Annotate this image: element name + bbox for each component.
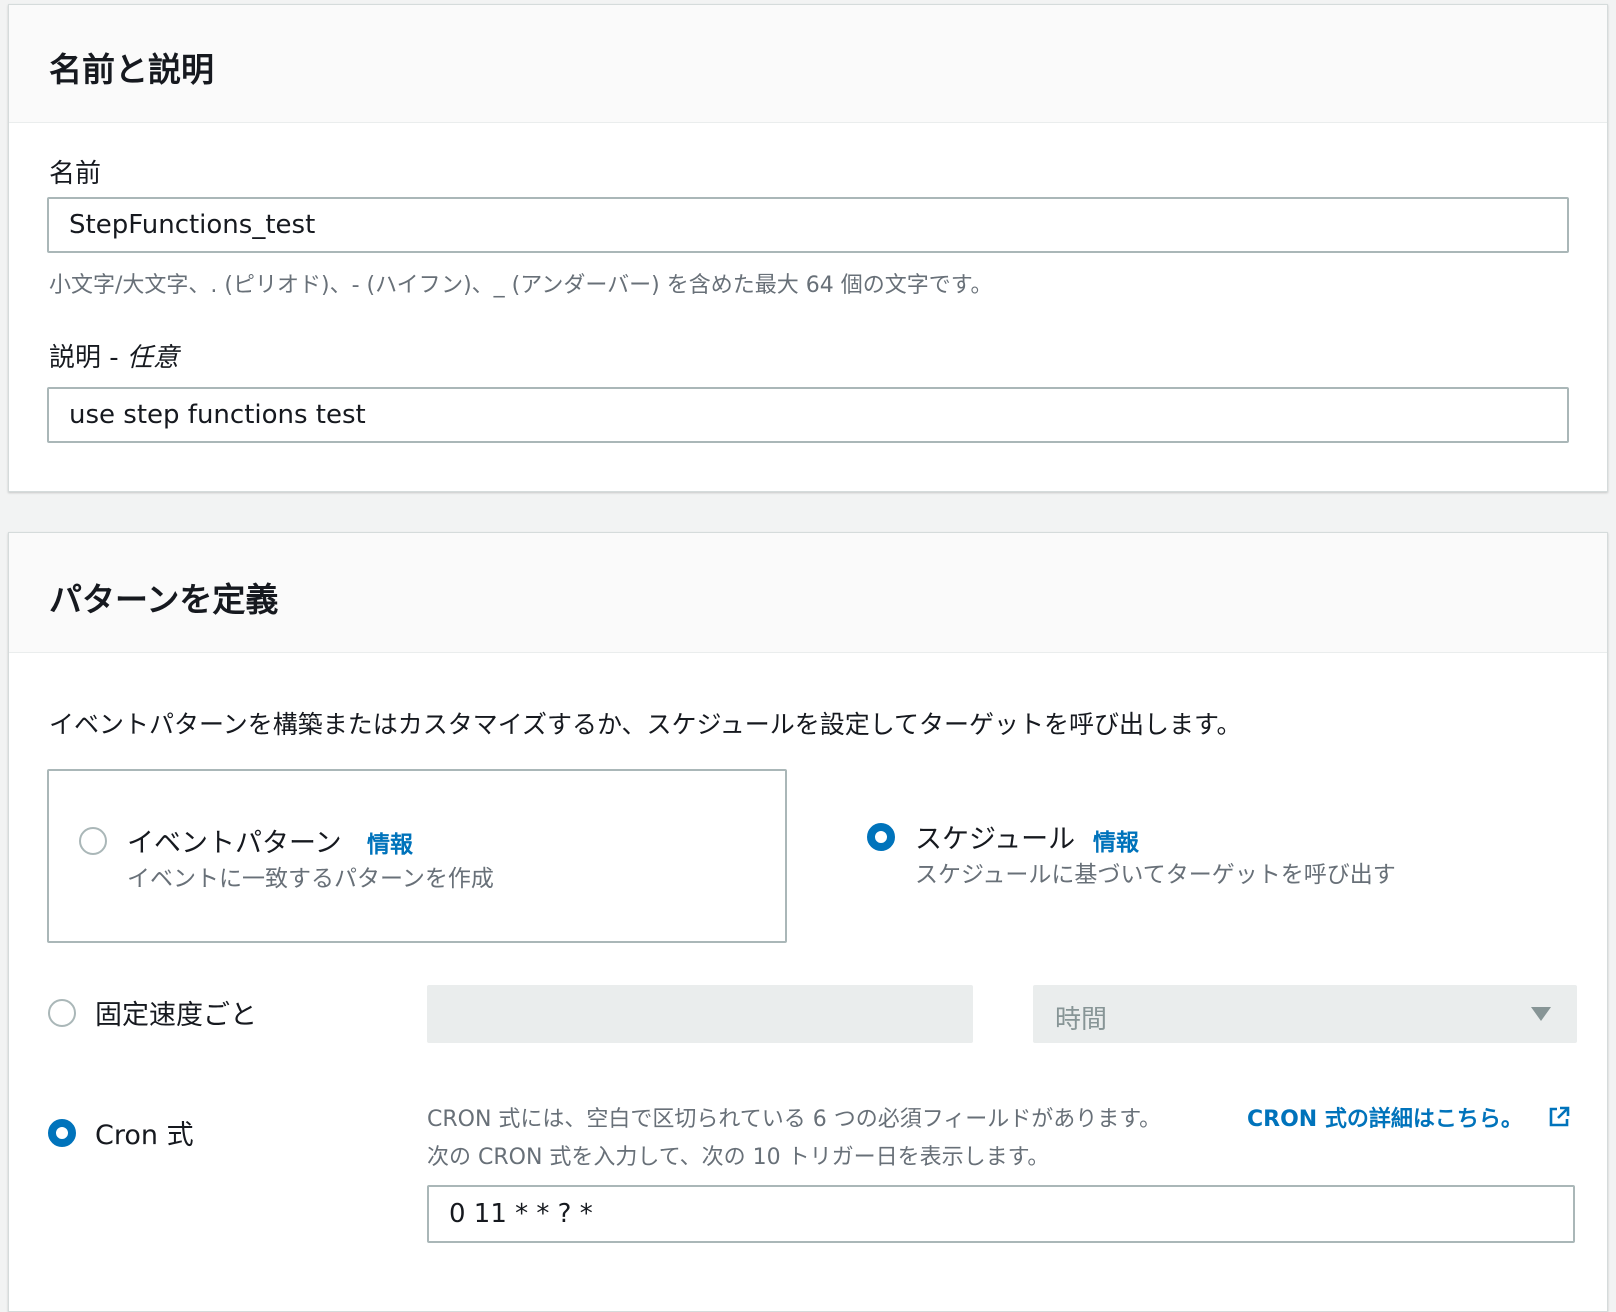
schedule-radio[interactable] xyxy=(867,823,895,851)
schedule-description: スケジュールに基づいてターゲットを呼び出す xyxy=(915,862,1396,888)
cron-radio[interactable] xyxy=(48,1119,76,1147)
cron-help-text: CRON 式には、空白で区切られている 6 つの必須フィールドがあります。 xyxy=(427,1107,1162,1132)
description-label: 説明 - 任意 xyxy=(49,337,179,374)
name-description-panel: 名前と説明 名前 StepFunctions_test 小文字/大文字、. (ピ… xyxy=(8,4,1608,492)
event-pattern-info-link[interactable]: 情報 xyxy=(367,825,413,859)
schedule-title: スケジュール xyxy=(915,824,1076,855)
cron-instruction: 次の CRON 式を入力して、次の 10 トリガー日を表示します。 xyxy=(427,1145,1050,1170)
schedule-tile[interactable]: スケジュール 情報 スケジュールに基づいてターゲットを呼び出す xyxy=(829,769,1569,943)
event-pattern-radio[interactable] xyxy=(79,827,107,855)
pattern-intro: イベントパターンを構築またはカスタマイズするか、スケジュールを設定してターゲット… xyxy=(49,710,1242,739)
event-pattern-title: イベントパターン xyxy=(127,828,342,859)
schedule-info-link[interactable]: 情報 xyxy=(1093,823,1139,857)
name-input[interactable]: StepFunctions_test xyxy=(47,197,1569,253)
name-hint: 小文字/大文字、. (ピリオド)、- (ハイフン)、_ (アンダーバー) を含め… xyxy=(49,273,993,298)
event-pattern-tile[interactable]: イベントパターン 情報 イベントに一致するパターンを作成 xyxy=(47,769,787,943)
fixed-rate-radio[interactable] xyxy=(48,999,76,1027)
fixed-rate-unit-select[interactable]: 時間 xyxy=(1033,985,1577,1043)
cron-expression-input[interactable]: 0 11 * * ? * xyxy=(427,1185,1575,1243)
panel-header: パターンを定義 xyxy=(9,533,1607,653)
cron-label: Cron 式 xyxy=(95,1120,194,1151)
fixed-rate-value-input[interactable] xyxy=(427,985,973,1043)
caret-down-icon xyxy=(1531,1007,1551,1021)
define-pattern-panel: パターンを定義 イベントパターンを構築またはカスタマイズするか、スケジュールを設… xyxy=(8,532,1608,1312)
panel-header: 名前と説明 xyxy=(9,5,1607,123)
event-pattern-description: イベントに一致するパターンを作成 xyxy=(127,866,494,892)
fixed-rate-unit-value: 時間 xyxy=(1055,1005,1108,1035)
name-label: 名前 xyxy=(49,159,102,189)
panel-title: パターンを定義 xyxy=(49,580,279,619)
external-link-icon[interactable] xyxy=(1547,1105,1571,1129)
optional-marker: 任意 xyxy=(126,343,179,373)
description-label-text: 説明 - xyxy=(49,343,127,373)
panel-title: 名前と説明 xyxy=(49,50,214,89)
fixed-rate-label: 固定速度ごと xyxy=(95,1000,257,1031)
description-input[interactable]: use step functions test xyxy=(47,387,1569,443)
cron-details-link[interactable]: CRON 式の詳細はこちら。 xyxy=(1247,1101,1523,1133)
